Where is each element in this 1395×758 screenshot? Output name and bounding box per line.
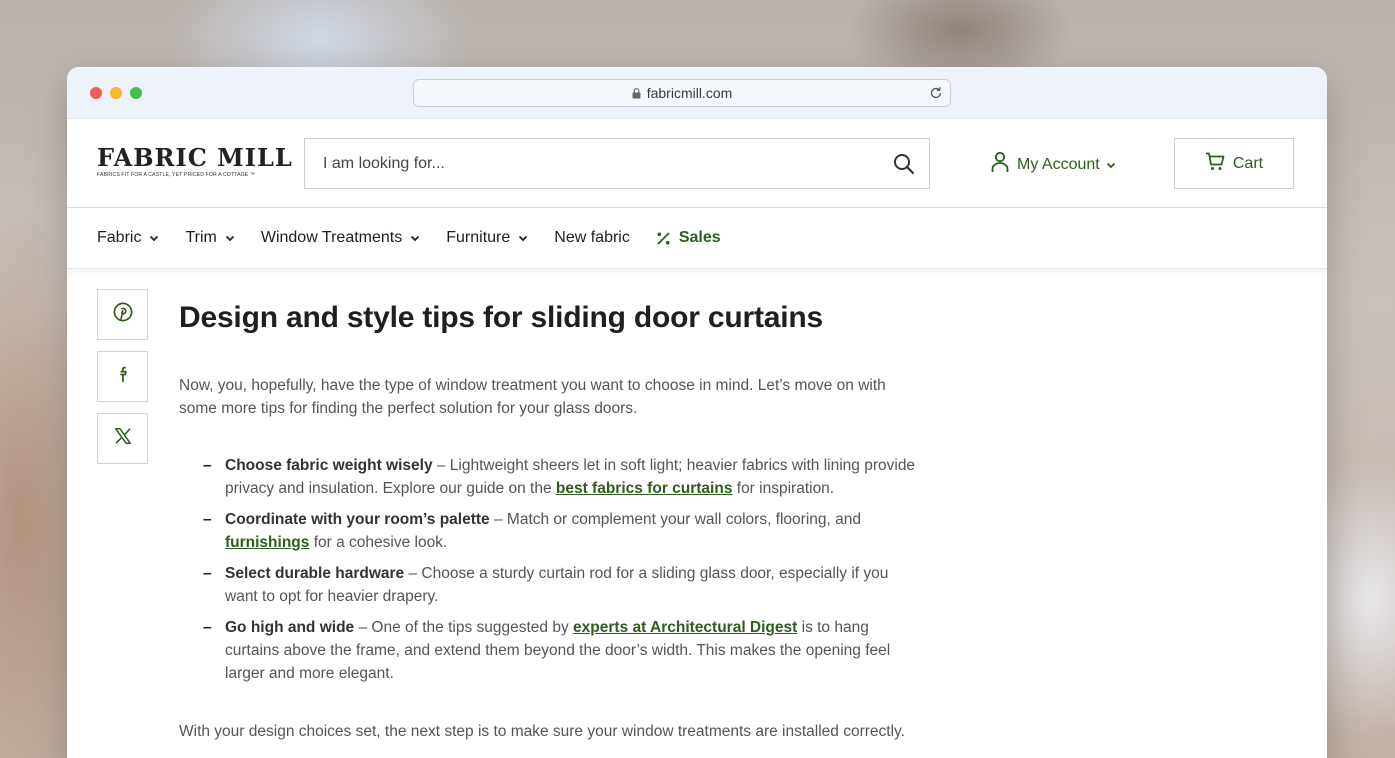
furnishings-link[interactable]: furnishings — [225, 534, 309, 551]
my-account-menu[interactable]: My Account — [991, 151, 1116, 178]
my-account-label: My Account — [1017, 155, 1100, 173]
architectural-digest-link[interactable]: experts at Architectural Digest — [573, 619, 797, 636]
close-window-button[interactable] — [90, 87, 102, 99]
chevron-down-icon — [518, 235, 528, 242]
tip-text: – Match or complement your wall colors, … — [489, 511, 861, 528]
nav-item-label: New fabric — [554, 229, 630, 246]
list-item: – Select durable hardware – Choose a stu… — [203, 562, 919, 608]
percent-icon — [656, 231, 671, 246]
share-buttons — [97, 289, 148, 475]
tip-text: for inspiration. — [732, 480, 835, 497]
address-bar[interactable]: fabricmill.com — [413, 79, 951, 107]
tip-heading: Choose fabric weight wisely — [225, 457, 433, 474]
article: Design and style tips for sliding door c… — [179, 301, 919, 743]
chevron-down-icon — [410, 235, 420, 242]
chevron-down-icon — [149, 235, 159, 242]
pinterest-icon — [113, 302, 133, 327]
nav-item-fabric[interactable]: Fabric — [97, 229, 159, 247]
cart-button[interactable]: Cart — [1174, 138, 1294, 189]
tip-text: – One of the tips suggested by — [354, 619, 574, 636]
minimize-window-button[interactable] — [110, 87, 122, 99]
nav-item-label: Furniture — [446, 229, 511, 246]
chevron-down-icon — [225, 235, 235, 242]
browser-window: fabricmill.com FABRIC MILL FABRICS FIT F… — [67, 67, 1327, 758]
article-intro: Now, you, hopefully, have the type of wi… — [179, 377, 886, 417]
cart-label: Cart — [1232, 154, 1264, 172]
nav-item-furniture[interactable]: Furniture — [446, 229, 528, 247]
cart-icon — [1205, 152, 1225, 176]
article-outro: With your design choices set, the next s… — [179, 723, 905, 740]
site-header: FABRIC MILL FABRICS FIT FOR A CASTLE, YE… — [67, 119, 1327, 208]
nav-item-window-treatments[interactable]: Window Treatments — [261, 229, 420, 247]
nav-item-label: Fabric — [97, 229, 142, 246]
main-navigation: Fabric Trim Window Treatments Furniture … — [67, 208, 1327, 269]
tips-list: – Choose fabric weight wisely – Lightwei… — [179, 454, 919, 685]
tip-heading: Go high and wide — [225, 619, 355, 636]
list-item: – Coordinate with your room’s palette – … — [203, 508, 919, 554]
nav-item-sales[interactable]: Sales — [656, 229, 721, 247]
lock-icon — [632, 87, 641, 99]
dash-bullet: – — [203, 457, 212, 474]
search-input[interactable] — [305, 139, 865, 188]
article-title: Design and style tips for sliding door c… — [179, 301, 824, 334]
url-text: fabricmill.com — [646, 85, 733, 101]
zoom-window-button[interactable] — [130, 87, 142, 99]
nav-item-label: Sales — [678, 229, 721, 246]
search-box — [304, 138, 930, 189]
list-item: – Choose fabric weight wisely – Lightwei… — [203, 454, 919, 500]
tip-heading: Select durable hardware — [225, 565, 405, 582]
nav-item-label: Trim — [185, 229, 217, 246]
x-icon — [114, 427, 132, 450]
facebook-icon — [116, 364, 130, 389]
logo-text: FABRIC MILL — [97, 143, 293, 172]
tip-text: for a cohesive look. — [309, 534, 448, 551]
share-x-button[interactable] — [97, 413, 148, 464]
logo-tagline: FABRICS FIT FOR A CASTLE, YET PRICED FOR… — [97, 172, 256, 178]
nav-item-new-fabric[interactable]: New fabric — [554, 229, 630, 247]
dash-bullet: – — [203, 511, 212, 528]
dash-bullet: – — [203, 565, 212, 582]
list-item: – Go high and wide – One of the tips sug… — [203, 616, 919, 685]
search-icon[interactable] — [893, 153, 915, 180]
reload-icon[interactable] — [928, 85, 944, 101]
nav-item-label: Window Treatments — [260, 229, 403, 246]
browser-chrome: fabricmill.com — [67, 67, 1327, 119]
tip-heading: Coordinate with your room’s palette — [225, 511, 490, 528]
chevron-down-icon — [1106, 156, 1116, 174]
nav-item-trim[interactable]: Trim — [185, 229, 234, 247]
user-icon — [991, 151, 1009, 178]
article-content-area: Design and style tips for sliding door c… — [67, 269, 1327, 749]
share-facebook-button[interactable] — [97, 351, 148, 402]
dash-bullet: – — [203, 619, 212, 636]
best-fabrics-link[interactable]: best fabrics for curtains — [556, 480, 733, 497]
fabric-mill-logo[interactable]: FABRIC MILL FABRICS FIT FOR A CASTLE, YE… — [97, 143, 293, 179]
share-pinterest-button[interactable] — [97, 289, 148, 340]
